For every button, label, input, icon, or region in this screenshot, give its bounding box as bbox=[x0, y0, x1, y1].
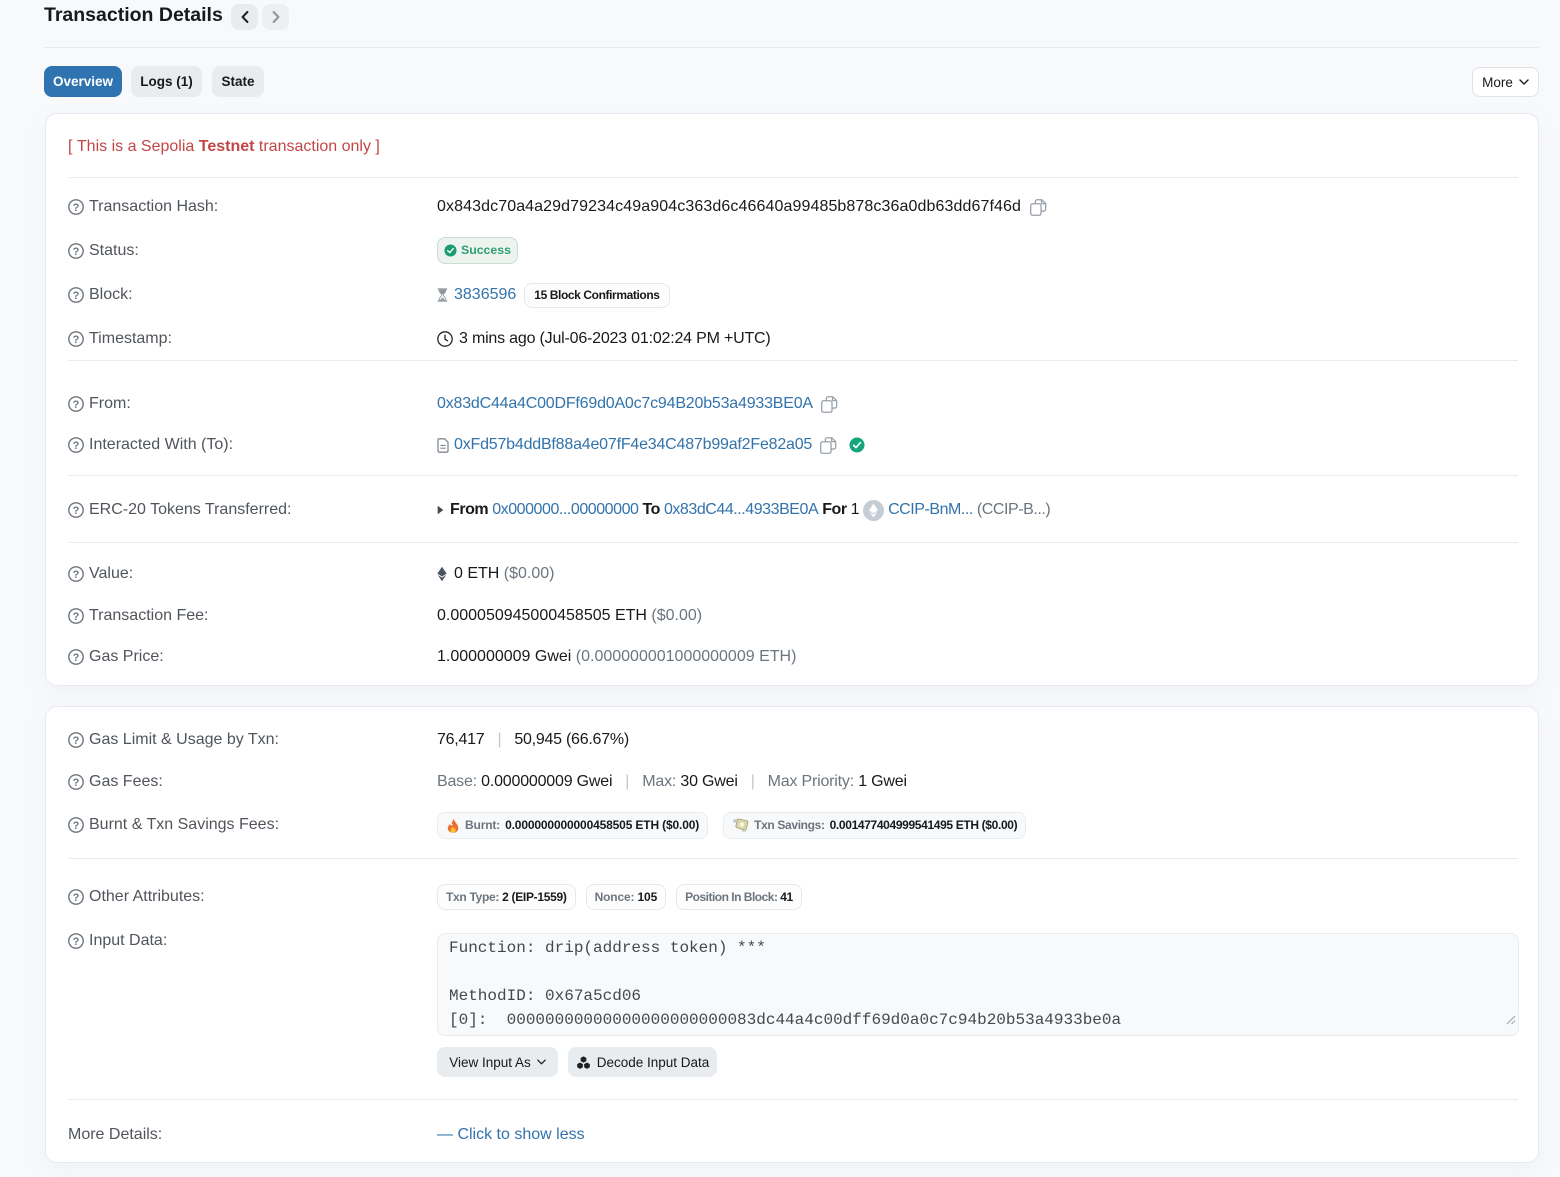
svg-text:?: ? bbox=[73, 505, 80, 517]
svg-text:?: ? bbox=[73, 246, 80, 258]
svg-text:?: ? bbox=[73, 820, 80, 832]
svg-text:?: ? bbox=[73, 936, 80, 948]
svg-text:?: ? bbox=[73, 202, 80, 214]
svg-text:?: ? bbox=[73, 399, 80, 411]
svg-text:?: ? bbox=[73, 569, 80, 581]
svg-text:?: ? bbox=[73, 334, 80, 346]
svg-text:?: ? bbox=[73, 611, 80, 623]
svg-text:?: ? bbox=[73, 892, 80, 904]
svg-text:?: ? bbox=[73, 290, 80, 302]
svg-text:?: ? bbox=[73, 440, 80, 452]
svg-text:?: ? bbox=[73, 735, 80, 747]
svg-text:?: ? bbox=[73, 652, 80, 664]
svg-text:?: ? bbox=[73, 777, 80, 789]
